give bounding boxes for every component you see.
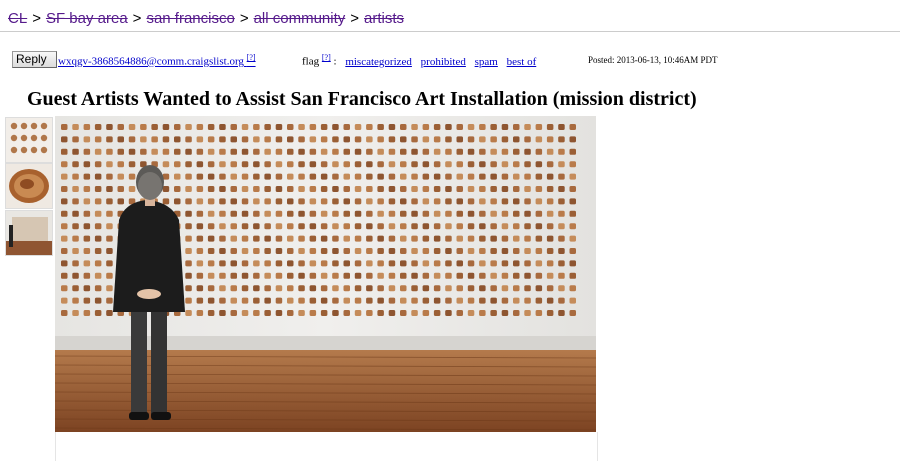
reply-email-link[interactable]: wxqgv-3868564886@comm.craigslist.org [?] bbox=[58, 53, 256, 68]
breadcrumb-link-san-francisco[interactable]: san francisco bbox=[146, 10, 234, 27]
photo-frame-bottom bbox=[55, 432, 598, 461]
breadcrumb-separator: > bbox=[32, 10, 41, 27]
flag-miscategorized-link[interactable]: miscategorized bbox=[345, 56, 412, 68]
thumbnail-closeup-image bbox=[6, 164, 52, 208]
flag-colon: : bbox=[333, 55, 337, 68]
thumbnail-image-1[interactable] bbox=[5, 117, 53, 163]
flag-label: flag bbox=[302, 55, 320, 68]
breadcrumb-link-artists[interactable]: artists bbox=[364, 10, 404, 27]
posting-title: Guest Artists Wanted to Assist San Franc… bbox=[27, 88, 697, 110]
breadcrumb-link-sf-bay-area[interactable]: SF bay area bbox=[46, 10, 128, 27]
reply-email-address[interactable]: wxqgv-3868564886@comm.craigslist.org bbox=[58, 56, 244, 68]
flag-bar: flag [?] : miscategorized prohibited spa… bbox=[302, 53, 536, 68]
email-help-link[interactable]: [?] bbox=[247, 53, 256, 62]
breadcrumb: CL > SF bay area > san francisco > all communi… bbox=[8, 10, 404, 27]
breadcrumb-separator: > bbox=[239, 10, 249, 27]
flag-spam-link[interactable]: spam bbox=[475, 56, 498, 68]
thumbnail-image-2[interactable] bbox=[5, 163, 53, 209]
breadcrumb-separator: > bbox=[132, 10, 142, 27]
flag-best-of-link[interactable]: best of bbox=[507, 56, 537, 68]
thumbnail-grid-image bbox=[6, 118, 52, 162]
reply-button[interactable]: Reply bbox=[12, 51, 57, 68]
breadcrumb-separator: > bbox=[350, 10, 360, 27]
breadcrumb-link-cl[interactable]: CL bbox=[8, 10, 27, 27]
flag-prohibited-link[interactable]: prohibited bbox=[421, 56, 466, 68]
flag-help-link[interactable]: [?] bbox=[322, 53, 331, 62]
installation-photo bbox=[55, 116, 596, 432]
thumbnail-image-3[interactable] bbox=[5, 210, 53, 256]
breadcrumb-link-all-community[interactable]: all community bbox=[254, 10, 346, 27]
posted-date: Posted: 2013-06-13, 10:46AM PDT bbox=[588, 55, 718, 65]
thumbnail-room-image bbox=[6, 211, 52, 255]
main-photo bbox=[55, 116, 596, 432]
header-divider bbox=[0, 31, 900, 32]
